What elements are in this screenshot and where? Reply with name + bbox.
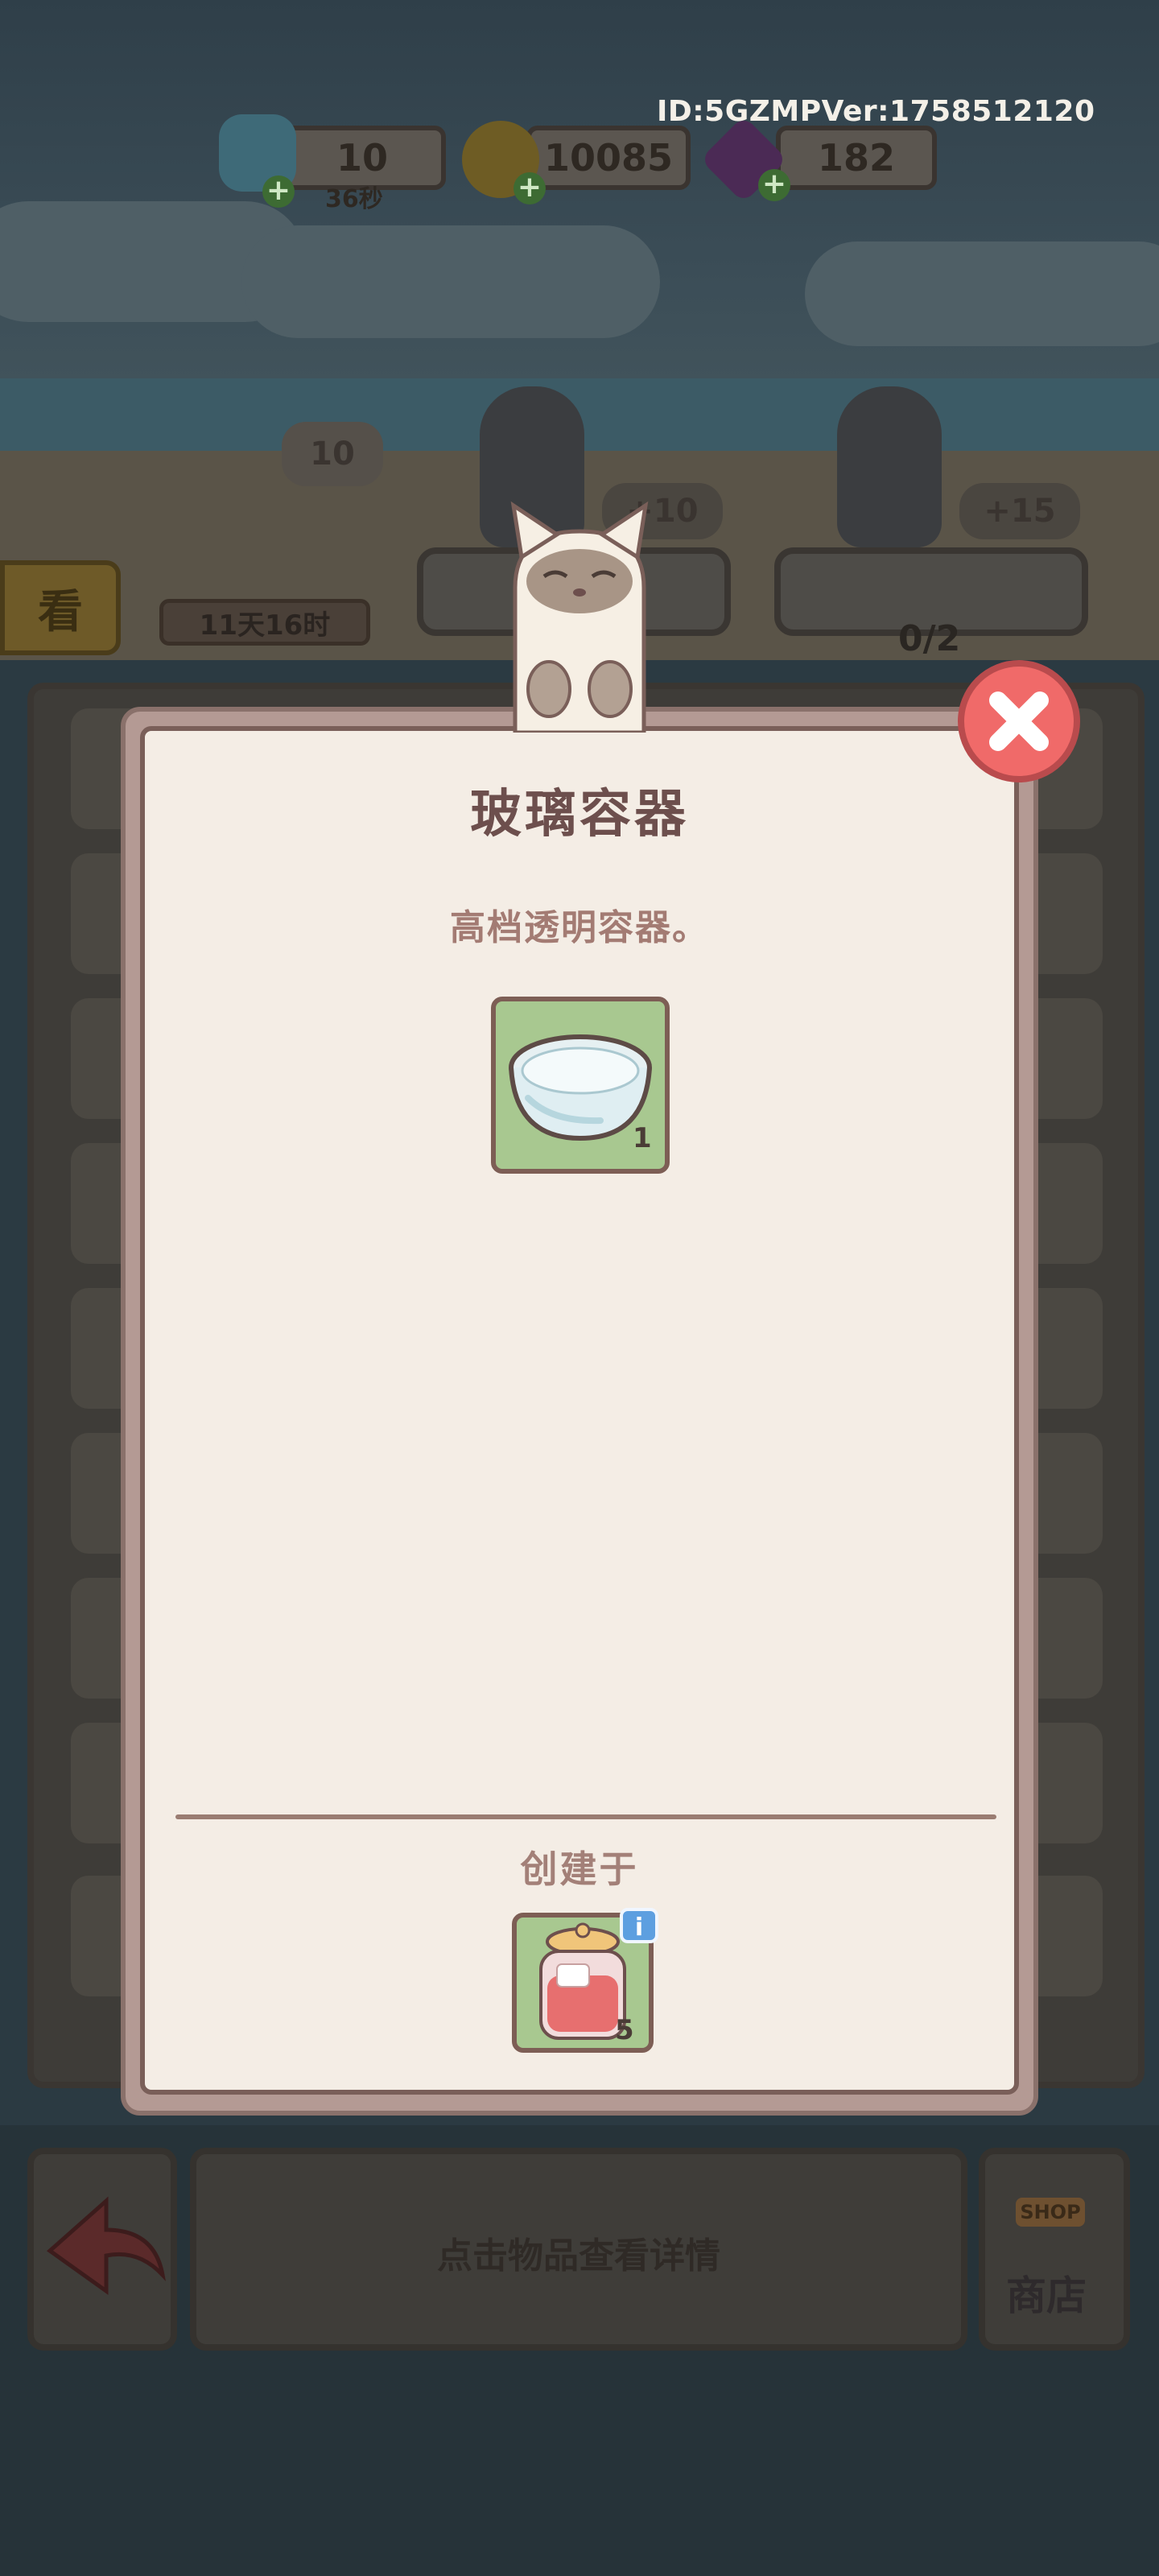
reward-badge: +15 — [959, 483, 1080, 539]
event-timer-value: 11天16时 — [199, 609, 331, 642]
customer-cat[interactable] — [837, 386, 942, 547]
created-from-label: 创建于 — [520, 1847, 639, 1891]
gem-value: 182 — [817, 136, 896, 180]
cloud — [241, 225, 660, 338]
user-id-label: ID:5GZMPVer:1758512120 — [657, 95, 1095, 128]
reward-right-value: +15 — [984, 493, 1056, 530]
look-button-label: 看 — [38, 585, 83, 638]
gem-counter[interactable]: 182 — [776, 126, 937, 190]
hint-text: 点击物品查看详情 — [437, 2235, 720, 2277]
energy-bubble[interactable]: 10 — [282, 422, 383, 486]
coin-value: 10085 — [543, 136, 674, 180]
item-quantity: 1 — [633, 1122, 652, 1154]
section-divider — [175, 1814, 996, 1819]
modal-title: 玻璃容器 — [470, 785, 689, 844]
cloud — [805, 242, 1159, 346]
back-button[interactable] — [27, 2148, 177, 2351]
event-timer: 11天16时 — [159, 599, 370, 646]
source-quantity: 5 — [615, 2014, 634, 2046]
siamese-cat-mascot — [510, 501, 649, 733]
energy-bubble-value: 10 — [310, 436, 355, 473]
shop-sign: SHOP — [1016, 2198, 1085, 2227]
info-badge[interactable]: i — [620, 1908, 658, 1943]
energy-value: 10 — [336, 136, 388, 180]
order-progress: 0/2 — [898, 618, 961, 659]
add-energy-button[interactable]: + — [262, 175, 295, 208]
shop-label: 商店 — [1006, 2273, 1087, 2319]
close-icon — [989, 691, 1049, 751]
modal-description: 高档透明容器。 — [450, 907, 709, 948]
energy-timer: 36秒 — [325, 185, 383, 213]
add-coins-button[interactable]: + — [514, 172, 546, 204]
item-card-glass-bowl[interactable]: 1 — [491, 997, 670, 1174]
look-button[interactable]: 看 — [0, 560, 121, 655]
coin-counter[interactable]: 10085 — [526, 126, 691, 190]
close-button[interactable] — [958, 660, 1080, 782]
back-arrow-icon — [46, 2196, 166, 2295]
add-gems-button[interactable]: + — [758, 169, 790, 201]
